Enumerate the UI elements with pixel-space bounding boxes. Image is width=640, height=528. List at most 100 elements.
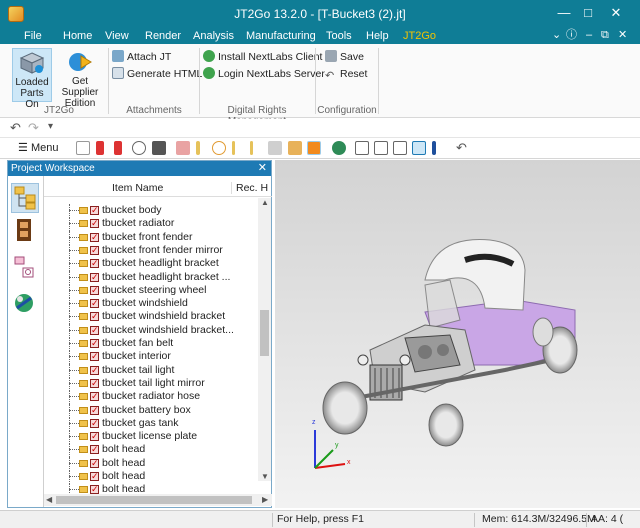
tree-row[interactable]: tbucket front fender mirror (44, 243, 258, 258)
visibility-checkbox[interactable] (90, 324, 99, 337)
pan-icon[interactable] (393, 141, 407, 155)
undo-icon[interactable]: ↶ (10, 120, 21, 136)
visibility-checkbox[interactable] (90, 217, 99, 230)
tree-row[interactable]: tbucket headlight bracket ... (44, 270, 258, 285)
tree-row[interactable]: tbucket battery box (44, 403, 258, 418)
visibility-checkbox[interactable] (90, 377, 99, 390)
tree-row[interactable]: tbucket body (44, 204, 258, 218)
visibility-checkbox[interactable] (90, 364, 99, 377)
tab-view[interactable]: View (105, 29, 129, 43)
visibility-checkbox[interactable] (90, 404, 99, 417)
zoom-icon[interactable] (132, 141, 146, 155)
3d-viewport[interactable]: z y x (275, 160, 640, 508)
scroll-down-icon[interactable]: ▼ (261, 472, 269, 481)
tab-manufacturing[interactable]: Manufacturing (246, 29, 316, 43)
horizontal-scrollbar[interactable]: ◀ ▶ (44, 494, 272, 506)
tab-views[interactable] (11, 290, 39, 320)
tree-row[interactable]: tbucket front fender (44, 230, 258, 245)
tree-row[interactable]: bolt head (44, 456, 258, 471)
tree-row[interactable]: tbucket tail light mirror (44, 376, 258, 391)
visibility-checkbox[interactable] (90, 257, 99, 270)
close-icon[interactable]: ✕ (605, 5, 627, 21)
get-supplier-edition-button[interactable]: Get Supplier Edition (54, 48, 106, 109)
tab-home[interactable]: Home (63, 29, 92, 43)
close-doc-icon[interactable]: ✕ (618, 28, 627, 43)
customize-qat-icon[interactable]: ▾ (48, 121, 53, 132)
tab-file[interactable]: File (24, 29, 42, 43)
binoculars-icon[interactable] (152, 141, 166, 155)
chevron-down-icon[interactable]: ⌄ (552, 28, 561, 43)
tab-tools[interactable]: Tools (326, 29, 352, 43)
previous-icon[interactable] (96, 141, 104, 155)
tree-row[interactable]: tbucket steering wheel (44, 283, 258, 298)
visibility-checkbox[interactable] (90, 350, 99, 363)
loaded-parts-button[interactable]: Loaded Parts On (12, 48, 52, 110)
scroll-left-icon[interactable]: ◀ (46, 495, 52, 504)
visibility-checkbox[interactable] (90, 390, 99, 403)
minimize-doc-icon[interactable]: – (586, 28, 592, 43)
render-icon[interactable] (307, 141, 321, 155)
tree-row[interactable]: tbucket windshield (44, 297, 258, 312)
reset-button[interactable]: ↶ Reset (325, 66, 367, 82)
tab-attachments[interactable] (11, 254, 39, 284)
visibility-checkbox[interactable] (90, 483, 99, 496)
visibility-checkbox[interactable] (90, 244, 99, 257)
line-icon[interactable] (232, 141, 235, 155)
tree-row[interactable]: tbucket windshield bracket (44, 310, 258, 325)
box-icon[interactable] (268, 141, 282, 155)
visibility-checkbox[interactable] (90, 417, 99, 430)
scrollbar-thumb[interactable] (260, 310, 269, 356)
generate-html-button[interactable]: Generate HTML (112, 66, 202, 82)
login-nextlabs-button[interactable]: Login NextLabs Server (203, 66, 325, 82)
circle-icon[interactable] (212, 141, 226, 155)
tab-animations[interactable] (11, 217, 39, 247)
visibility-checkbox[interactable] (90, 204, 99, 217)
install-nextlabs-button[interactable]: Install NextLabs Client (203, 49, 322, 65)
next-icon[interactable] (114, 141, 122, 155)
visibility-checkbox[interactable] (90, 271, 99, 284)
visibility-checkbox[interactable] (90, 470, 99, 483)
redo-icon[interactable]: ↷ (28, 120, 39, 136)
hot-rod-model[interactable] (275, 160, 640, 508)
help-icon[interactable]: ⓘ (566, 28, 577, 43)
visibility-checkbox[interactable] (90, 430, 99, 443)
menu-button[interactable]: ☰ Menu (18, 141, 58, 154)
tree-row[interactable]: bolt head (44, 443, 258, 458)
fit-icon[interactable] (355, 141, 369, 155)
undo-view-icon[interactable]: ↶ (456, 140, 467, 156)
tree-row[interactable]: tbucket radiator hose (44, 390, 258, 405)
scroll-right-icon[interactable]: ▶ (262, 495, 268, 504)
globe-icon[interactable] (332, 141, 346, 155)
restore-doc-icon[interactable]: ⧉ (601, 28, 609, 43)
tab-render[interactable]: Render (145, 29, 181, 43)
visibility-checkbox[interactable] (90, 310, 99, 323)
tree-row[interactable]: tbucket radiator (44, 217, 258, 232)
tree-row[interactable]: bolt head (44, 470, 258, 484)
tab-analysis[interactable]: Analysis (193, 29, 234, 43)
pencil-icon[interactable] (196, 141, 200, 155)
scrollbar-thumb[interactable] (56, 496, 252, 504)
attach-jt-button[interactable]: Attach JT (112, 49, 171, 65)
scroll-up-icon[interactable]: ▲ (261, 198, 269, 207)
minimize-icon[interactable]: — (553, 5, 575, 21)
vertical-scrollbar[interactable]: ▲ ▼ (258, 198, 271, 481)
visibility-checkbox[interactable] (90, 337, 99, 350)
tree-row[interactable]: tbucket gas tank (44, 416, 258, 431)
column-rec[interactable]: Rec. H (231, 182, 268, 194)
column-item-name[interactable]: Item Name (112, 182, 163, 194)
tree-row[interactable]: tbucket windshield bracket... (44, 323, 258, 338)
visibility-checkbox[interactable] (90, 284, 99, 297)
visibility-checkbox[interactable] (90, 231, 99, 244)
close-icon[interactable]: ✕ (258, 161, 267, 176)
visibility-checkbox[interactable] (90, 443, 99, 456)
tree-row[interactable]: tbucket license plate (44, 430, 258, 445)
eraser-icon[interactable] (176, 141, 190, 155)
tab-help[interactable]: Help (366, 29, 389, 43)
rotate-icon[interactable] (412, 141, 426, 155)
shaded-cube-icon[interactable] (288, 141, 302, 155)
tab-structure[interactable] (11, 183, 39, 213)
vertical-move-icon[interactable] (432, 141, 436, 155)
tab-jt2go[interactable]: JT2Go (403, 29, 436, 43)
tree-row[interactable]: tbucket tail light (44, 363, 258, 378)
expand-icon[interactable] (374, 141, 388, 155)
